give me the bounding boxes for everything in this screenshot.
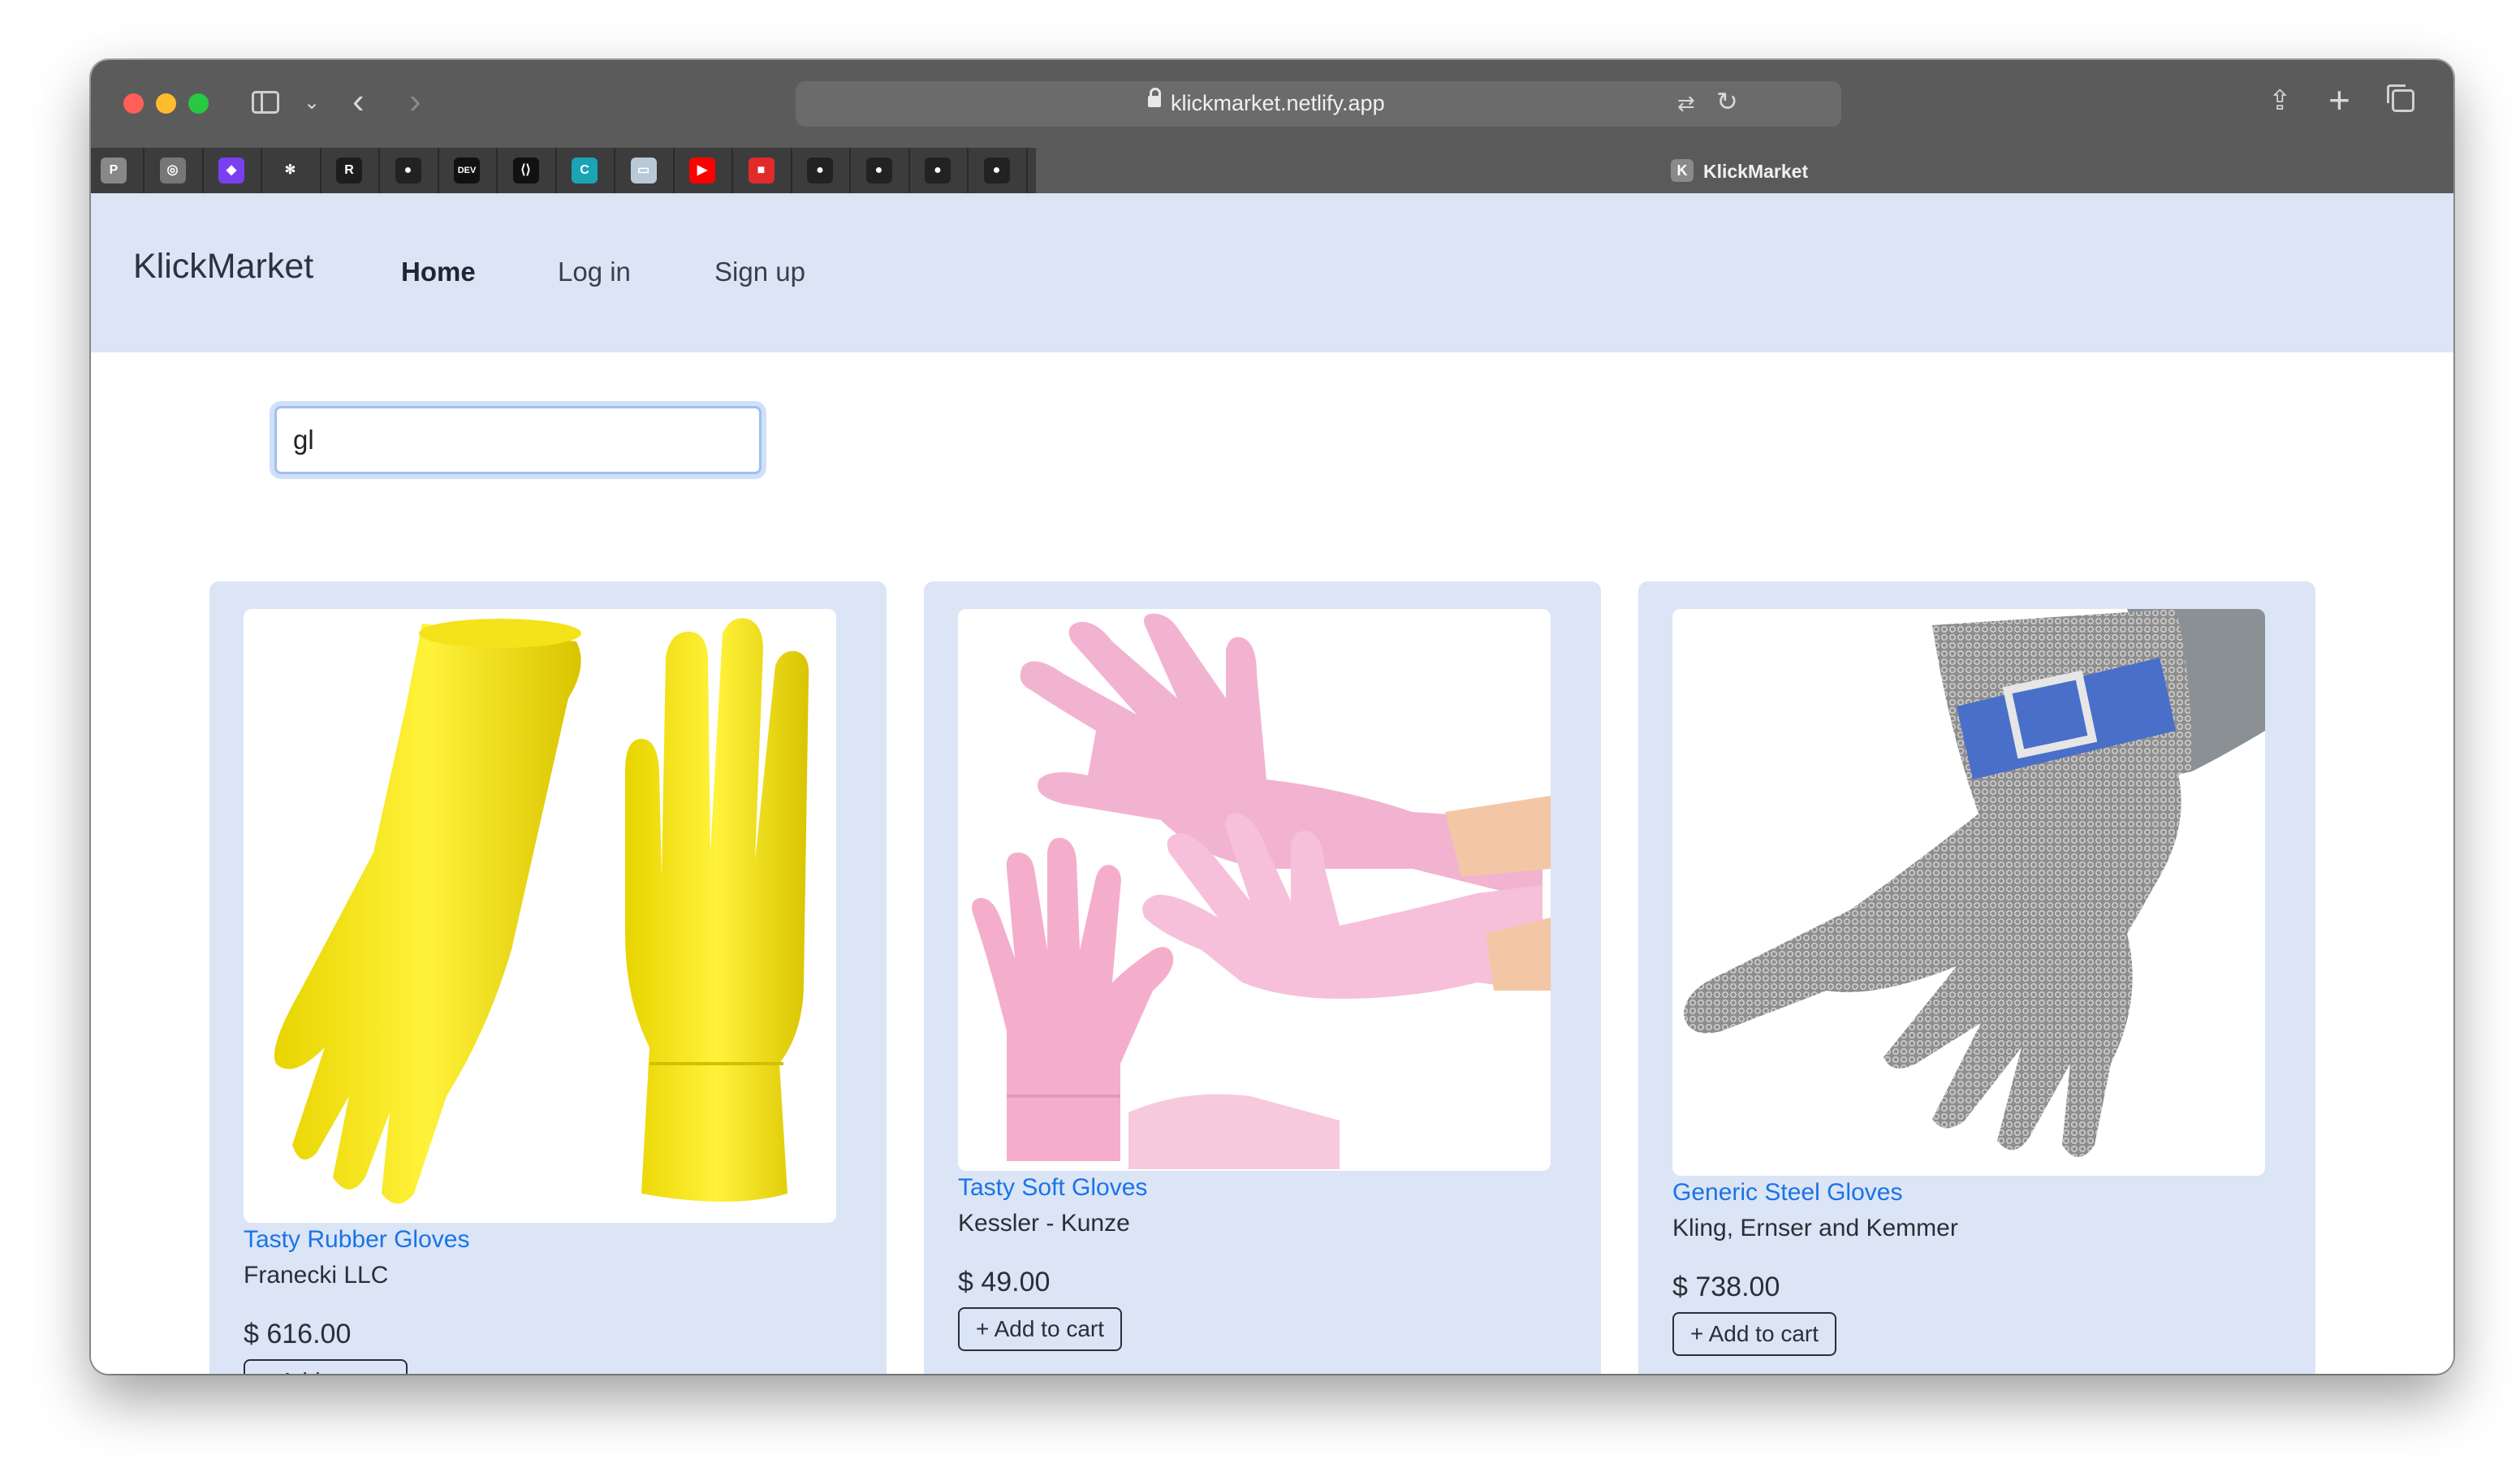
- product-image-pink-soft-gloves[interactable]: [958, 609, 1551, 1171]
- tab-strip: P ◎ ◆ ✻ R ● DEV ⟨⟩ C ▭ ▶ ■ ● ● ● ● K KlickMarket: [91, 148, 2453, 193]
- pinned-tabs: P ◎ ◆ ✻ R ● DEV ⟨⟩ C ▭ ▶ ■ ● ● ● ●: [91, 148, 1036, 193]
- chat-icon[interactable]: ▭: [630, 158, 657, 184]
- lock-icon: [1148, 88, 1161, 107]
- product-card: Tasty Soft Gloves Kessler - Kunze $ 49.0…: [924, 581, 1601, 1374]
- nav-signup-link[interactable]: Sign up: [714, 257, 805, 287]
- tab-separator: [201, 148, 204, 193]
- nav-login-link[interactable]: Log in: [558, 257, 631, 287]
- tab-separator: [554, 148, 557, 193]
- tab-separator: [849, 148, 851, 193]
- product-price: $ 616.00: [244, 1319, 352, 1349]
- red-pin-icon[interactable]: ■: [748, 158, 775, 184]
- close-window-button[interactable]: [123, 93, 144, 114]
- youtube-icon[interactable]: ▶: [689, 158, 715, 184]
- add-to-cart-button[interactable]: + Add to cart: [244, 1359, 408, 1374]
- tab-separator: [143, 148, 145, 193]
- dev-icon[interactable]: DEV: [454, 158, 480, 184]
- product-vendor: Kling, Ernser and Kemmer: [1672, 1215, 1958, 1241]
- sidebar-toggle-icon[interactable]: [252, 91, 279, 114]
- product-image-steel-mesh-glove[interactable]: [1672, 609, 2265, 1176]
- yellow-rubber-gloves-icon: [274, 618, 809, 1204]
- product-vendor: Franecki LLC: [244, 1262, 389, 1289]
- tab-separator: [1025, 148, 1028, 193]
- c-logo-icon[interactable]: C: [572, 158, 598, 184]
- add-to-cart-button[interactable]: + Add to cart: [958, 1307, 1122, 1351]
- reload-icon[interactable]: ↻: [1716, 86, 1738, 117]
- product-title-link[interactable]: Tasty Soft Gloves: [958, 1174, 1147, 1202]
- new-tab-icon[interactable]: +: [2328, 78, 2350, 122]
- minimize-window-button[interactable]: [156, 93, 176, 114]
- tab-separator: [908, 148, 910, 193]
- product-vendor: Kessler - Kunze: [958, 1210, 1130, 1237]
- product-card: Tasty Rubber Gloves Franecki LLC $ 616.0…: [209, 581, 887, 1374]
- browser-window: ⌄ ‹ › klickmarket.netlify.app ⇄ ↻ ⇪ + P ◎…: [91, 60, 2453, 1374]
- tab-separator: [496, 148, 498, 193]
- klickmarket-favicon-icon: K: [1671, 159, 1694, 182]
- asterisk-icon[interactable]: ✻: [277, 158, 304, 184]
- github-icon[interactable]: ●: [807, 158, 833, 184]
- steel-mesh-glove-icon: [1684, 609, 2265, 1157]
- forward-arrow-icon[interactable]: ›: [409, 81, 421, 122]
- nav-home-link[interactable]: Home: [401, 257, 476, 287]
- active-tab-title[interactable]: KlickMarket: [1703, 161, 1808, 183]
- tab-separator: [790, 148, 792, 193]
- purple-gem-icon[interactable]: ◆: [218, 158, 244, 184]
- search-input[interactable]: [274, 406, 762, 474]
- brand-logo[interactable]: KlickMarket: [133, 247, 313, 287]
- tab-overview-icon[interactable]: [2387, 84, 2414, 112]
- pink-soft-gloves-icon: [972, 613, 1551, 1169]
- tab-separator: [437, 148, 439, 193]
- chevron-down-icon[interactable]: ⌄: [304, 91, 320, 114]
- github-icon[interactable]: ●: [395, 158, 421, 184]
- github-icon[interactable]: ●: [865, 158, 892, 184]
- product-price: $ 49.00: [958, 1267, 1051, 1297]
- rm-icon[interactable]: R: [336, 158, 362, 184]
- github-icon[interactable]: ●: [983, 158, 1010, 184]
- tab-separator: [731, 148, 733, 193]
- tab-separator: [967, 148, 969, 193]
- product-price: $ 738.00: [1672, 1272, 1780, 1302]
- zoom-window-button[interactable]: [188, 93, 209, 114]
- browser-toolbar: ⌄ ‹ › klickmarket.netlify.app ⇄ ↻ ⇪ +: [91, 60, 2453, 148]
- translate-icon[interactable]: ⇄: [1677, 91, 1695, 116]
- tab-separator: [378, 148, 380, 193]
- tab-separator: [672, 148, 675, 193]
- back-arrow-icon[interactable]: ‹: [352, 81, 365, 122]
- tab-separator: [614, 148, 615, 193]
- circle-logo-icon[interactable]: ◎: [159, 158, 186, 184]
- add-to-cart-button[interactable]: + Add to cart: [1672, 1312, 1836, 1356]
- address-url[interactable]: klickmarket.netlify.app: [1171, 91, 1385, 116]
- p-app-icon[interactable]: P: [101, 158, 127, 184]
- page-content: KlickMarket Home Log in Sign up gl Tasty…: [91, 193, 2453, 1374]
- github-icon[interactable]: ●: [925, 158, 951, 184]
- tab-separator: [319, 148, 321, 193]
- navbar: KlickMarket Home Log in Sign up: [91, 193, 2453, 352]
- tab-separator: [261, 148, 262, 193]
- product-title-link[interactable]: Generic Steel Gloves: [1672, 1179, 1902, 1207]
- product-title-link[interactable]: Tasty Rubber Gloves: [244, 1226, 469, 1254]
- product-image-yellow-rubber-gloves[interactable]: [244, 609, 836, 1223]
- product-card: Generic Steel Gloves Kling, Ernser and K…: [1638, 581, 2315, 1374]
- share-icon[interactable]: ⇪: [2268, 84, 2292, 117]
- code-icon[interactable]: ⟨⟩: [512, 158, 539, 184]
